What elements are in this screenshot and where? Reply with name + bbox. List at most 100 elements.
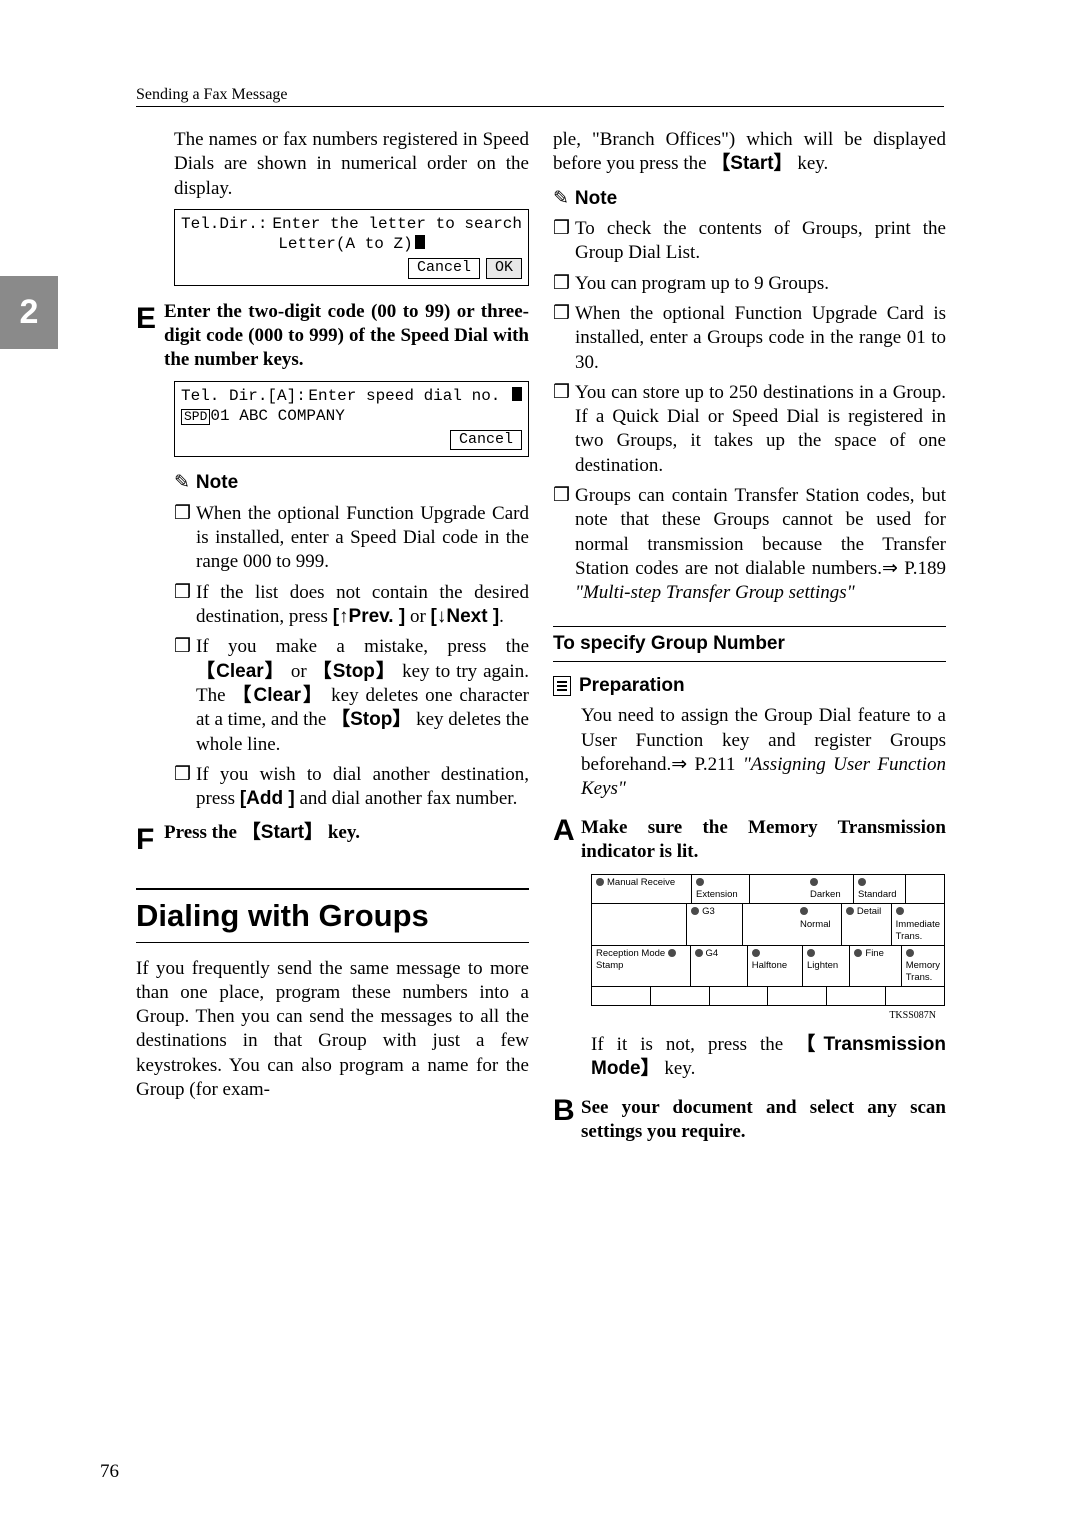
- note-2: If the list does not contain the desired…: [196, 581, 529, 630]
- lcd1-line1a: Tel.Dir.:: [181, 214, 267, 234]
- note-4b: and dial another fax number.: [295, 788, 518, 809]
- step-e-text: Enter the two-digit code (00 to 99) or t…: [164, 300, 529, 373]
- panel-standard: Standard: [854, 875, 906, 903]
- preparation-heading: Preparation: [553, 674, 946, 698]
- panel-normal: Normal: [796, 904, 842, 944]
- groups-intro-cont: ple, "Branch Offices") which will be dis…: [553, 128, 946, 177]
- lcd2-line2: 01 ABC COMPANY: [210, 407, 344, 425]
- bullet-icon: ❒: [553, 381, 575, 478]
- step-b-text: See your document and select any scan se…: [581, 1096, 946, 1145]
- led-icon: [846, 907, 854, 915]
- dialing-with-groups-heading: Dialing with Groups: [136, 888, 529, 943]
- note-heading: ✎ Note: [553, 187, 946, 211]
- step-f-a: Press the: [164, 822, 242, 843]
- lcd2-line1b: Enter speed dial no.: [308, 387, 500, 405]
- panel-button[interactable]: [710, 987, 769, 1005]
- step-b-letter: B: [553, 1092, 581, 1130]
- led-icon: [695, 949, 703, 957]
- note-3a: If you make a mistake, press the: [196, 636, 529, 657]
- step-a: A Make sure the Memory Transmission indi…: [553, 816, 946, 865]
- bullet-icon: ❒: [174, 502, 196, 575]
- lcd-speed-dial: Tel. Dir.[A]: Enter speed dial no. SPD01…: [174, 381, 529, 458]
- step-b: B See your document and select any scan …: [553, 1096, 946, 1145]
- pencil-icon: ✎: [553, 187, 569, 211]
- rnote-4: You can store up to 250 destinations in …: [575, 381, 946, 478]
- panel-id: TKSS087N: [553, 1010, 936, 1023]
- rnote-3: When the optional Function Upgrade Card …: [575, 302, 946, 375]
- led-icon: [810, 878, 818, 886]
- step-f-b: key.: [323, 822, 360, 843]
- led-icon: [807, 949, 815, 957]
- led-icon: [696, 878, 704, 886]
- lcd1-line2: Letter(A to Z): [278, 235, 412, 253]
- bullet-icon: ❒: [174, 635, 196, 757]
- lcd2-cancel-button[interactable]: Cancel: [450, 430, 522, 451]
- specify-group-number-heading: To specify Group Number: [553, 626, 946, 662]
- chapter-tab: 2: [0, 276, 58, 349]
- lcd2-line1a: Tel. Dir.[A]:: [181, 386, 306, 406]
- cursor-icon: [415, 235, 425, 249]
- bullet-icon: ❒: [553, 484, 575, 606]
- start-key: Start: [730, 153, 773, 174]
- cont-b: key.: [793, 153, 829, 174]
- bullet-icon: ❒: [174, 763, 196, 812]
- preparation-text: You need to assign the Group Dial featur…: [581, 704, 946, 801]
- led-icon: [906, 949, 914, 957]
- groups-intro: If you frequently send the same message …: [136, 957, 529, 1103]
- led-icon: [668, 949, 676, 957]
- panel-button[interactable]: [827, 987, 886, 1005]
- panel-g4: G4: [691, 946, 748, 986]
- tm-a: If it is not, press the: [591, 1034, 796, 1055]
- spd-tag: SPD: [181, 409, 210, 425]
- next-key: [↓Next ]: [431, 606, 500, 627]
- clear-key-2: Clear: [254, 685, 302, 706]
- page-number: 76: [100, 1461, 119, 1483]
- led-icon: [800, 907, 808, 915]
- fax-control-panel: Manual Receive Extension Darken Standard…: [591, 874, 945, 1006]
- clear-key: Clear: [216, 661, 264, 682]
- note-2b: or: [410, 606, 431, 627]
- lcd-tel-dir: Tel.Dir.: Enter the letter to search Let…: [174, 209, 529, 286]
- step-f: F Press the 【Start】 key.: [136, 821, 529, 859]
- led-icon: [854, 949, 862, 957]
- step-a-letter: A: [553, 812, 581, 850]
- document-icon: [553, 676, 571, 696]
- panel-halftone: Halftone: [748, 946, 803, 986]
- step-a-text: Make sure the Memory Transmission indica…: [581, 816, 946, 865]
- bullet-icon: ❒: [174, 581, 196, 630]
- note-label: Note: [196, 471, 238, 495]
- step-f-text: Press the 【Start】 key.: [164, 821, 529, 859]
- prev-key: [↑Prev. ]: [333, 606, 406, 627]
- note-3: If you make a mistake, press the 【Clear】…: [196, 635, 529, 757]
- header-text: Sending a Fax Message: [136, 86, 288, 103]
- led-icon: [752, 949, 760, 957]
- pencil-icon: ✎: [174, 471, 190, 495]
- bullet-icon: ❒: [553, 217, 575, 266]
- led-icon: [858, 878, 866, 886]
- panel-button[interactable]: [768, 987, 827, 1005]
- lcd1-ok-button[interactable]: OK: [486, 258, 522, 279]
- note-heading: ✎ Note: [174, 471, 529, 495]
- stop-key: Stop: [333, 661, 375, 682]
- right-note-bullets: ❒ To check the contents of Groups, print…: [553, 217, 946, 606]
- panel-g3: G3: [687, 904, 742, 944]
- cursor-icon: [512, 387, 522, 401]
- bullet-icon: ❒: [553, 302, 575, 375]
- panel-fine: Fine: [850, 946, 901, 986]
- right-column: ple, "Branch Offices") which will be dis…: [553, 128, 946, 1144]
- add-key: [Add ]: [240, 788, 295, 809]
- step-f-letter: F: [136, 821, 164, 859]
- preparation-label: Preparation: [579, 674, 685, 698]
- step-e-letter: E: [136, 300, 164, 373]
- panel-detail: Detail: [842, 904, 892, 944]
- rnote-2: You can program up to 9 Groups.: [575, 272, 946, 296]
- led-icon: [691, 907, 699, 915]
- lcd1-cancel-button[interactable]: Cancel: [408, 258, 480, 279]
- panel-button[interactable]: [886, 987, 944, 1005]
- lcd1-line1b: Enter the letter to search: [272, 214, 522, 234]
- panel-button[interactable]: [651, 987, 710, 1005]
- panel-button[interactable]: [592, 987, 651, 1005]
- speed-dial-intro: The names or fax numbers registered in S…: [174, 128, 529, 201]
- rnote-5: Groups can contain Transfer Station code…: [575, 484, 946, 606]
- rnote-5-ref: "Multi-step Transfer Group settings": [575, 582, 855, 603]
